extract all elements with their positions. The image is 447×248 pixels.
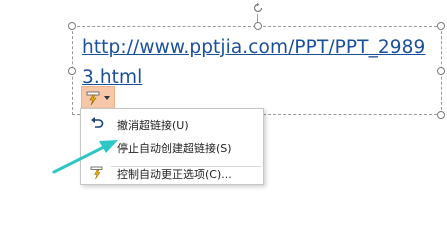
annotation-arrow-icon (52, 140, 118, 174)
